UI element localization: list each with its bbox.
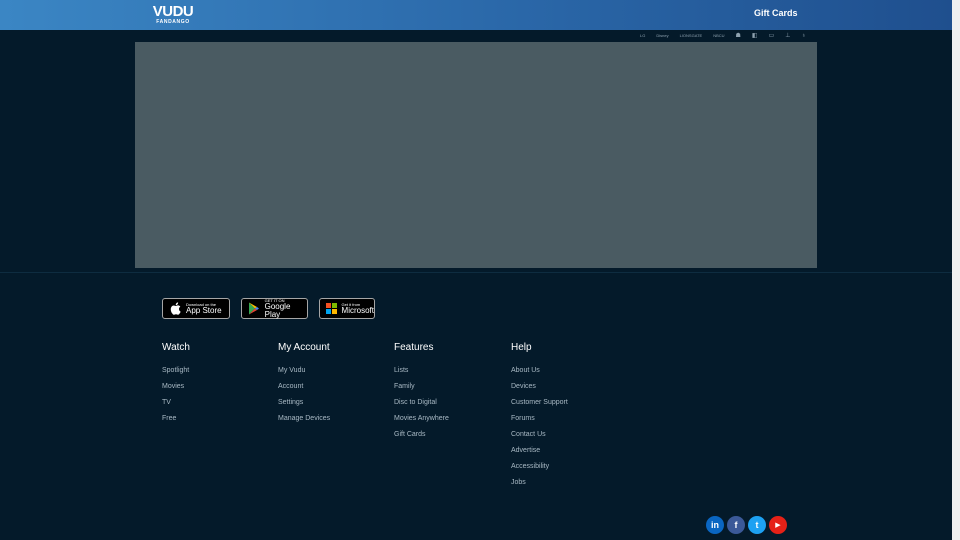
linkedin-icon[interactable]: in	[706, 516, 724, 534]
footer-link-advertise[interactable]: Advertise	[511, 443, 568, 459]
footer-column-watch: Watch Spotlight Movies TV Free	[162, 342, 190, 427]
studio-logo-disney: Disney	[656, 33, 669, 38]
footer-link-lists[interactable]: Lists	[394, 363, 449, 379]
studio-logo-lg: LG	[640, 33, 646, 38]
footer-heading-help: Help	[511, 342, 532, 353]
footer-link-devices[interactable]: Devices	[511, 379, 568, 395]
footer-link-spotlight[interactable]: Spotlight	[162, 363, 190, 379]
footer-link-settings[interactable]: Settings	[278, 395, 330, 411]
footer-divider	[0, 272, 952, 273]
studio-logo-paramount-icon: ☗	[735, 33, 741, 39]
footer-link-movies[interactable]: Movies	[162, 379, 190, 395]
logo-subtext: FANDANGO	[156, 19, 190, 25]
footer-link-disc-to-digital[interactable]: Disc to Digital	[394, 395, 449, 411]
twitter-icon[interactable]: t	[748, 516, 766, 534]
microsoft-big: Microsoft	[341, 305, 374, 315]
google-play-big: Google Play	[264, 301, 291, 319]
studio-logo-fox-icon: ⊥	[785, 33, 791, 39]
google-play-badge[interactable]: GET IT ON Google Play	[241, 298, 308, 319]
studio-logo-nbcu: NBCU	[713, 33, 725, 38]
footer-column-account: My Account My Vudu Account Settings Mana…	[278, 342, 330, 427]
logo-text: VUDU	[152, 3, 194, 20]
footer-link-tv[interactable]: TV	[162, 395, 190, 411]
footer-link-contact-us[interactable]: Contact Us	[511, 427, 568, 443]
vudu-logo[interactable]: VUDU FANDANGO	[150, 3, 196, 25]
footer-link-forums[interactable]: Forums	[511, 411, 568, 427]
gift-cards-link[interactable]: Gift Cards	[754, 8, 798, 18]
apple-icon	[168, 302, 182, 316]
footer-column-help: Help About Us Devices Customer Support F…	[511, 342, 568, 491]
footer-column-features: Features Lists Family Disc to Digital Mo…	[394, 342, 449, 443]
footer-link-accessibility[interactable]: Accessibility	[511, 459, 568, 475]
microsoft-icon	[325, 302, 338, 316]
facebook-icon[interactable]: f	[727, 516, 745, 534]
youtube-icon[interactable]: ▶	[769, 516, 787, 534]
footer-link-gift-cards[interactable]: Gift Cards	[394, 427, 449, 443]
footer-link-family[interactable]: Family	[394, 379, 449, 395]
studio-logo-warner-icon: ◧	[751, 33, 758, 39]
app-store-badge[interactable]: Download on the App Store	[162, 298, 230, 319]
footer-link-about-us[interactable]: About Us	[511, 363, 568, 379]
hero-banner-placeholder[interactable]	[135, 42, 817, 268]
scrollbar-thumb[interactable]	[953, 0, 959, 540]
app-store-big: App Store	[186, 305, 222, 315]
studio-logo-sony-icon: ▭	[768, 33, 775, 39]
footer-link-account[interactable]: Account	[278, 379, 330, 395]
footer-link-jobs[interactable]: Jobs	[511, 475, 568, 491]
scrollbar[interactable]	[952, 0, 960, 540]
studio-logo-lionsgate: LIONSGATE	[679, 33, 703, 38]
google-play-icon	[247, 302, 261, 316]
footer-link-free[interactable]: Free	[162, 411, 190, 427]
footer-link-customer-support[interactable]: Customer Support	[511, 395, 568, 411]
microsoft-badge[interactable]: Get it from Microsoft	[319, 298, 375, 319]
studio-logos: LG Disney LIONSGATE NBCU ☗ ◧ ▭ ⊥ ♁	[640, 31, 817, 40]
footer-link-movies-anywhere[interactable]: Movies Anywhere	[394, 411, 449, 427]
footer-link-my-vudu[interactable]: My Vudu	[278, 363, 330, 379]
footer-heading-features: Features	[394, 342, 434, 353]
studio-logo-dreamworks-icon: ♁	[801, 32, 807, 39]
top-header: VUDU FANDANGO Gift Cards	[0, 0, 952, 30]
footer-heading-watch: Watch	[162, 342, 190, 353]
footer-link-manage-devices[interactable]: Manage Devices	[278, 411, 330, 427]
footer-heading-account: My Account	[278, 342, 330, 353]
